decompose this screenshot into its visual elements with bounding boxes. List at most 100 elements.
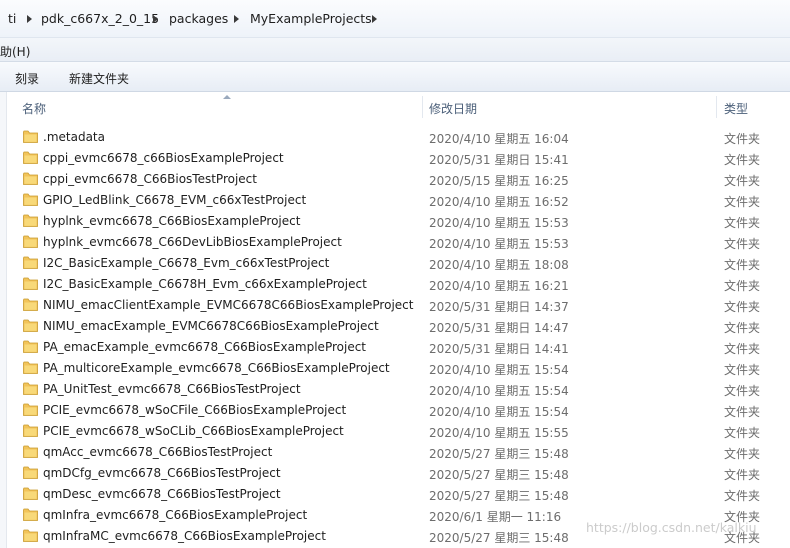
file-type: 文件夹 bbox=[724, 426, 761, 440]
file-type: 文件夹 bbox=[724, 342, 761, 356]
file-type: 文件夹 bbox=[724, 279, 761, 293]
column-type-header[interactable]: 类型 bbox=[724, 100, 748, 117]
file-list: .metadata 2020/4/10 星期五 16:04 文件夹 cppi_evmc… bbox=[0, 127, 790, 547]
file-row[interactable]: .metadata 2020/4/10 星期五 16:04 文件夹 bbox=[0, 127, 790, 148]
toolbar: 刻录 新建文件夹 bbox=[0, 62, 790, 92]
file-type: 文件夹 bbox=[724, 216, 761, 230]
file-row[interactable]: qmAcc_evmc6678_C66BiosTestProject 2020/5/… bbox=[0, 442, 790, 463]
file-name: PA_multicoreExample_evmc6678_C66BiosExam… bbox=[43, 361, 390, 375]
file-row[interactable]: cppi_evmc6678_C66BiosTestProject 2020/5/1… bbox=[0, 169, 790, 190]
file-modified-date: 2020/4/10 星期五 15:54 bbox=[429, 405, 569, 419]
file-type: 文件夹 bbox=[724, 132, 761, 146]
folder-icon bbox=[23, 256, 38, 269]
file-name: PA_UnitTest_evmc6678_C66BiosTestProject bbox=[43, 382, 301, 396]
folder-icon bbox=[23, 340, 38, 353]
burn-button[interactable]: 刻录 bbox=[15, 70, 39, 87]
file-name: qmInfra_evmc6678_C66BiosExampleProject bbox=[43, 508, 308, 522]
file-row[interactable]: PA_UnitTest_evmc6678_C66BiosTestProject 2… bbox=[0, 379, 790, 400]
file-type: 文件夹 bbox=[724, 153, 761, 167]
file-row[interactable]: qmDesc_evmc6678_C66BiosTestProject 2020/5… bbox=[0, 484, 790, 505]
address-bar[interactable]: ti pdk_c667x_2_0_15 packages MyExamplePr… bbox=[0, 0, 790, 38]
file-name: .metadata bbox=[43, 130, 105, 144]
file-row[interactable]: PCIE_evmc6678_wSoCLib_C66BiosExampleProj… bbox=[0, 421, 790, 442]
column-header: 名称 修改日期 类型 bbox=[8, 95, 790, 118]
file-row[interactable]: hyplnk_evmc6678_C66BiosExampleProject 202… bbox=[0, 211, 790, 232]
folder-icon bbox=[23, 298, 38, 311]
file-row[interactable]: NIMU_emacClientExample_EVMC6678C66BiosEx… bbox=[0, 295, 790, 316]
file-name: cppi_evmc6678_c66BiosExampleProject bbox=[43, 151, 284, 165]
file-row[interactable]: cppi_evmc6678_c66BiosExampleProject 2020/… bbox=[0, 148, 790, 169]
file-modified-date: 2020/5/31 星期日 15:41 bbox=[429, 153, 569, 167]
folder-icon bbox=[23, 529, 38, 542]
file-type: 文件夹 bbox=[724, 363, 761, 377]
file-row[interactable]: hyplnk_evmc6678_C66DevLibBiosExampleProj… bbox=[0, 232, 790, 253]
folder-icon bbox=[23, 445, 38, 458]
file-row[interactable]: qmDCfg_evmc6678_C66BiosTestProject 2020/5… bbox=[0, 463, 790, 484]
file-name: PCIE_evmc6678_wSoCFile_C66BiosExamplePro… bbox=[43, 403, 347, 417]
breadcrumb-item-myexampleprojects[interactable]: MyExampleProjects bbox=[250, 11, 372, 27]
column-name-header[interactable]: 名称 bbox=[22, 100, 46, 117]
file-name: I2C_BasicExample_C6678_Evm_c66xTestProje… bbox=[43, 256, 330, 270]
folder-icon bbox=[23, 466, 38, 479]
breadcrumb-item-ti[interactable]: ti bbox=[8, 11, 16, 27]
folder-icon bbox=[23, 403, 38, 416]
new-folder-button[interactable]: 新建文件夹 bbox=[69, 70, 129, 87]
file-row[interactable]: GPIO_LedBlink_C6678_EVM_c66xTestProject 2… bbox=[0, 190, 790, 211]
folder-icon bbox=[23, 193, 38, 206]
folder-icon bbox=[23, 130, 38, 143]
watermark: https://blog.csdn.net/kalkiu bbox=[586, 520, 757, 535]
file-name: I2C_BasicExample_C6678H_Evm_c66xExampleP… bbox=[43, 277, 367, 291]
file-modified-date: 2020/6/1 星期一 11:16 bbox=[429, 510, 562, 524]
chevron-right-icon[interactable] bbox=[27, 15, 32, 23]
folder-icon bbox=[23, 487, 38, 500]
file-modified-date: 2020/5/27 星期三 15:48 bbox=[429, 468, 569, 482]
column-divider[interactable] bbox=[422, 96, 423, 118]
file-row[interactable]: PA_emacExample_evmc6678_C66BiosExamplePr… bbox=[0, 337, 790, 358]
chevron-right-icon[interactable] bbox=[153, 15, 158, 23]
file-modified-date: 2020/5/27 星期三 15:48 bbox=[429, 489, 569, 503]
file-name: GPIO_LedBlink_C6678_EVM_c66xTestProject bbox=[43, 193, 307, 207]
file-modified-date: 2020/4/10 星期五 18:08 bbox=[429, 258, 569, 272]
menu-help[interactable]: 助(H) bbox=[0, 43, 30, 60]
file-row[interactable]: I2C_BasicExample_C6678H_Evm_c66xExampleP… bbox=[0, 274, 790, 295]
folder-icon bbox=[23, 361, 38, 374]
file-name: PCIE_evmc6678_wSoCLib_C66BiosExampleProj… bbox=[43, 424, 344, 438]
file-modified-date: 2020/4/10 星期五 16:52 bbox=[429, 195, 569, 209]
folder-icon bbox=[23, 235, 38, 248]
folder-icon bbox=[23, 214, 38, 227]
file-modified-date: 2020/5/27 星期三 15:48 bbox=[429, 447, 569, 461]
file-name: hyplnk_evmc6678_C66DevLibBiosExampleProj… bbox=[43, 235, 342, 249]
file-modified-date: 2020/5/15 星期五 16:25 bbox=[429, 174, 569, 188]
column-date-header[interactable]: 修改日期 bbox=[429, 100, 477, 117]
column-divider[interactable] bbox=[716, 96, 717, 118]
file-row[interactable]: I2C_BasicExample_C6678_Evm_c66xTestProje… bbox=[0, 253, 790, 274]
file-name: PA_emacExample_evmc6678_C66BiosExamplePr… bbox=[43, 340, 366, 354]
file-name: hyplnk_evmc6678_C66BiosExampleProject bbox=[43, 214, 301, 228]
file-modified-date: 2020/4/10 星期五 16:21 bbox=[429, 279, 569, 293]
file-modified-date: 2020/4/10 星期五 16:04 bbox=[429, 132, 569, 146]
folder-icon bbox=[23, 508, 38, 521]
file-modified-date: 2020/4/10 星期五 15:54 bbox=[429, 363, 569, 377]
file-type: 文件夹 bbox=[724, 300, 761, 314]
chevron-right-icon[interactable] bbox=[234, 15, 239, 23]
folder-icon bbox=[23, 382, 38, 395]
file-type: 文件夹 bbox=[724, 489, 761, 503]
file-type: 文件夹 bbox=[724, 237, 761, 251]
folder-icon bbox=[23, 424, 38, 437]
file-name: qmAcc_evmc6678_C66BiosTestProject bbox=[43, 445, 273, 459]
file-modified-date: 2020/4/10 星期五 15:55 bbox=[429, 426, 569, 440]
menu-bar: 助(H) bbox=[0, 38, 790, 62]
file-row[interactable]: NIMU_emacExample_EVMC6678C66BiosExampleP… bbox=[0, 316, 790, 337]
file-type: 文件夹 bbox=[724, 468, 761, 482]
breadcrumb-item-packages[interactable]: packages bbox=[169, 11, 228, 27]
file-modified-date: 2020/4/10 星期五 15:54 bbox=[429, 384, 569, 398]
file-name: NIMU_emacExample_EVMC6678C66BiosExampleP… bbox=[43, 319, 379, 333]
file-type: 文件夹 bbox=[724, 405, 761, 419]
file-row[interactable]: PA_multicoreExample_evmc6678_C66BiosExam… bbox=[0, 358, 790, 379]
folder-icon bbox=[23, 319, 38, 332]
breadcrumb-item-pdk[interactable]: pdk_c667x_2_0_15 bbox=[41, 11, 159, 27]
file-name: qmInfraMC_evmc6678_C66BiosExampleProject bbox=[43, 529, 326, 543]
file-name: NIMU_emacClientExample_EVMC6678C66BiosEx… bbox=[43, 298, 414, 312]
file-row[interactable]: PCIE_evmc6678_wSoCFile_C66BiosExamplePro… bbox=[0, 400, 790, 421]
chevron-right-icon[interactable] bbox=[372, 15, 377, 23]
